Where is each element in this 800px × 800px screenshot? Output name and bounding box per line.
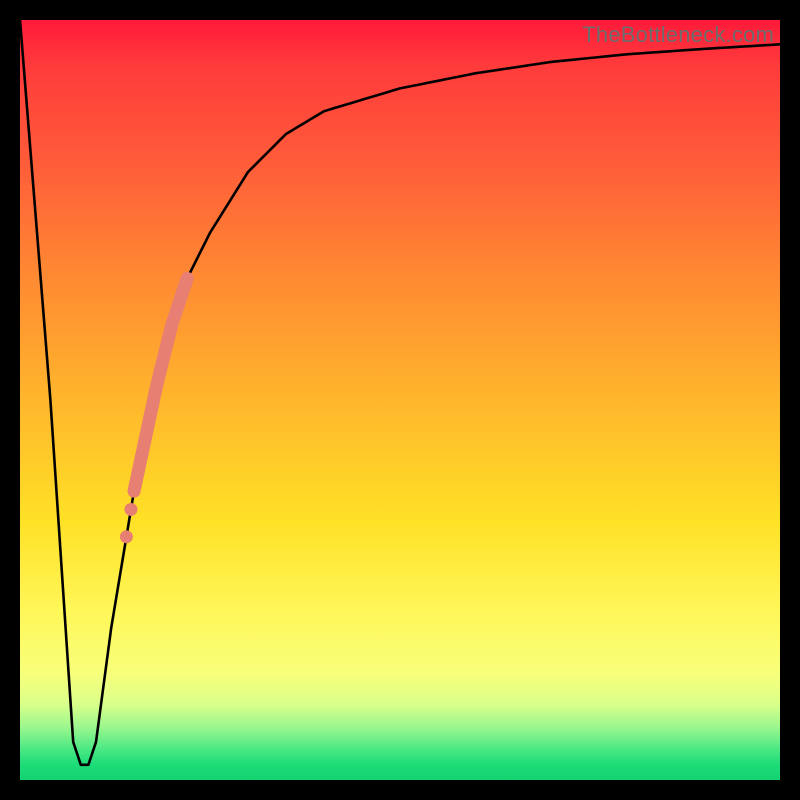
chart-plot-area: TheBottleneck.com <box>20 20 780 780</box>
chart-svg <box>20 20 780 780</box>
bottleneck-curve-path <box>20 20 780 765</box>
highlight-points <box>120 478 142 544</box>
chart-frame: TheBottleneck.com <box>0 0 800 800</box>
highlight-point <box>120 530 133 543</box>
highlight-segment <box>134 278 187 491</box>
highlight-point <box>129 478 142 491</box>
highlight-point <box>124 503 137 516</box>
